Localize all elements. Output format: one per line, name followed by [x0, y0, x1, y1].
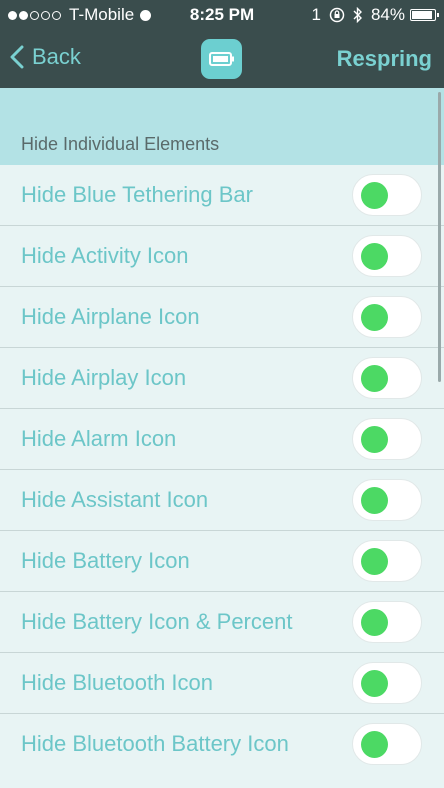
- row-label: Hide Bluetooth Battery Icon: [21, 731, 289, 756]
- row-label: Hide Alarm Icon: [21, 426, 177, 451]
- list-item[interactable]: Hide Activity Icon: [0, 226, 444, 287]
- toggle-knob: [361, 731, 388, 758]
- bluetooth-icon: [353, 7, 362, 23]
- battery-fill: [412, 11, 433, 19]
- toggle-switch[interactable]: [352, 357, 422, 399]
- status-right: 1 84%: [304, 5, 439, 25]
- section-header: Hide Individual Elements: [0, 88, 444, 165]
- section-title: Hide Individual Elements: [21, 134, 220, 154]
- battery-glyph-icon: [208, 52, 234, 66]
- toggle-switch[interactable]: [352, 601, 422, 643]
- status-bar: T-Mobile 8:25 PM 1 84%: [0, 0, 444, 30]
- row-label: Hide Assistant Icon: [21, 487, 209, 512]
- toggle-switch[interactable]: [352, 418, 422, 460]
- toggle-knob: [361, 609, 388, 636]
- toggle-knob: [361, 365, 388, 392]
- list-item[interactable]: Hide Battery Icon & Percent: [0, 592, 444, 653]
- chevron-left-icon: [10, 45, 24, 69]
- battery-icon: [410, 9, 439, 21]
- row-label: Hide Blue Tethering Bar: [21, 182, 253, 207]
- list-item[interactable]: Hide Airplane Icon: [0, 287, 444, 348]
- settings-list: Hide Blue Tethering Bar Hide Activity Ic…: [0, 165, 444, 775]
- list-item[interactable]: Hide Blue Tethering Bar: [0, 165, 444, 226]
- list-item[interactable]: Hide Battery Icon: [0, 531, 444, 592]
- toggle-switch[interactable]: [352, 174, 422, 216]
- toggle-knob: [361, 548, 388, 575]
- row-label: Hide Bluetooth Icon: [21, 670, 214, 695]
- list-item[interactable]: Hide Alarm Icon: [0, 409, 444, 470]
- toggle-knob: [361, 304, 388, 331]
- row-label: Hide Airplane Icon: [21, 304, 200, 329]
- toggle-switch[interactable]: [352, 723, 422, 765]
- toggle-switch[interactable]: [352, 479, 422, 521]
- toggle-switch[interactable]: [352, 235, 422, 277]
- list-item[interactable]: Hide Bluetooth Icon: [0, 653, 444, 714]
- row-label: Hide Activity Icon: [21, 243, 189, 268]
- respring-button[interactable]: Respring: [337, 46, 432, 72]
- toggle-knob: [361, 182, 388, 209]
- nav-bar: Back Respring: [0, 30, 444, 88]
- list-item[interactable]: Hide Assistant Icon: [0, 470, 444, 531]
- toggle-switch[interactable]: [352, 540, 422, 582]
- back-label: Back: [32, 44, 81, 69]
- battery-percent: 84%: [370, 5, 405, 24]
- row-label: Hide Battery Icon: [21, 548, 190, 573]
- toggle-knob: [361, 487, 388, 514]
- toggle-knob: [361, 670, 388, 697]
- rotation-lock-icon: [329, 7, 345, 23]
- toggle-knob: [361, 243, 388, 270]
- row-label: Hide Airplay Icon: [21, 365, 187, 390]
- app-battery-icon: [201, 39, 242, 79]
- toggle-switch[interactable]: [352, 296, 422, 338]
- toggle-switch[interactable]: [352, 662, 422, 704]
- status-indicator: 1: [311, 5, 321, 24]
- scrollbar[interactable]: [438, 92, 441, 382]
- list-item[interactable]: Hide Airplay Icon: [0, 348, 444, 409]
- row-label: Hide Battery Icon & Percent: [21, 609, 293, 634]
- list-item[interactable]: Hide Bluetooth Battery Icon: [0, 714, 444, 775]
- toggle-knob: [361, 426, 388, 453]
- back-button[interactable]: Back: [10, 44, 81, 70]
